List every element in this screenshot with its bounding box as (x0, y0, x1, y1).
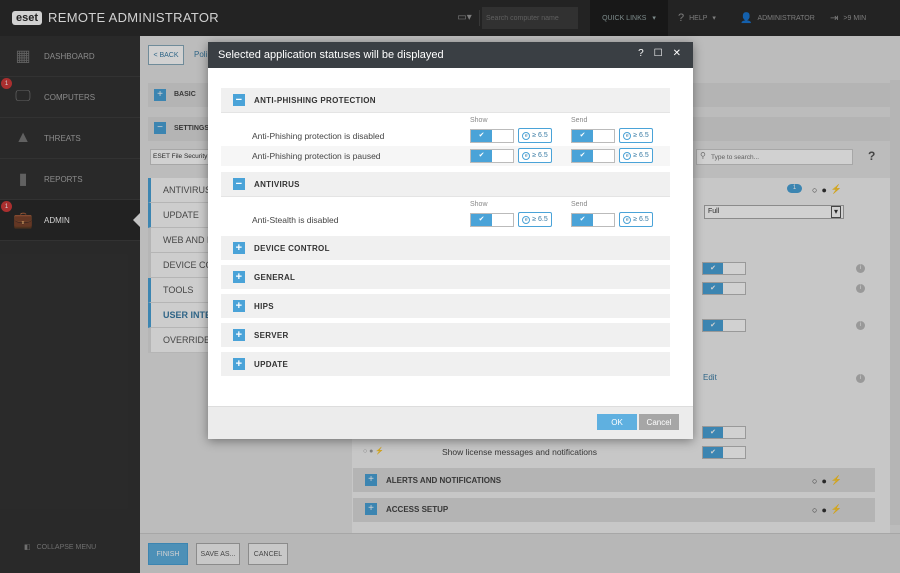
column-header: Show Send (221, 196, 670, 210)
expand-icon: + (233, 329, 245, 341)
section-title: DEVICE CONTROL (254, 243, 330, 253)
version-badge[interactable]: e ≥ 6.5 (619, 128, 653, 143)
eset-version-icon: e (623, 131, 632, 140)
status-row: Anti-Phishing protection is paused e≥ 6.… (221, 146, 670, 166)
eset-version-icon: e (522, 215, 531, 224)
version-label: ≥ 6.5 (532, 216, 548, 223)
version-badge[interactable]: e ≥ 6.5 (619, 212, 653, 227)
section-device-control[interactable]: + DEVICE CONTROL (221, 236, 670, 260)
show-toggle[interactable] (470, 129, 514, 143)
status-label: Anti-Stealth is disabled (252, 215, 339, 225)
eset-version-icon: e (623, 215, 632, 224)
version-label: ≥ 6.5 (532, 152, 548, 159)
send-toggle[interactable] (571, 213, 615, 227)
collapse-icon: − (233, 178, 245, 190)
eset-version-icon: e (522, 151, 531, 160)
dialog-title: Selected application statuses will be di… (218, 49, 444, 61)
section-server[interactable]: + SERVER (221, 323, 670, 347)
send-toggle[interactable] (571, 129, 615, 143)
send-header: Send (571, 201, 588, 208)
version-label: ≥ 6.5 (633, 216, 649, 223)
show-header: Show (470, 117, 488, 124)
send-header: Send (571, 117, 588, 124)
version-badge[interactable]: e ≥ 6.5 (619, 148, 653, 163)
send-toggle[interactable] (571, 149, 615, 163)
section-general[interactable]: + GENERAL (221, 265, 670, 289)
maximize-icon[interactable]: ☐ (654, 48, 663, 59)
show-toggle[interactable] (470, 149, 514, 163)
eset-version-icon: e (623, 151, 632, 160)
status-row: Anti-Phishing protection is disabled e≥ … (221, 126, 670, 146)
dialog-footer: OK Cancel (208, 406, 693, 439)
eset-version-icon: e (522, 131, 531, 140)
help-icon[interactable]: ? (638, 48, 644, 59)
dialog-header: Selected application statuses will be di… (208, 42, 693, 68)
status-label: Anti-Phishing protection is paused (252, 151, 381, 161)
ok-button[interactable]: OK (597, 414, 637, 430)
version-label: ≥ 6.5 (532, 132, 548, 139)
section-title: UPDATE (254, 359, 289, 369)
section-title: ANTI-PHISHING PROTECTION (254, 95, 376, 105)
dialog-body: − ANTI-PHISHING PROTECTION Show Send Ant… (221, 88, 670, 381)
expand-icon: + (233, 271, 245, 283)
cancel-button[interactable]: Cancel (639, 414, 679, 430)
close-icon[interactable]: ✕ (673, 48, 681, 59)
version-badge[interactable]: e ≥ 6.5 (518, 212, 552, 227)
version-badge[interactable]: e ≥ 6.5 (518, 128, 552, 143)
collapse-icon: − (233, 94, 245, 106)
section-title: HIPS (254, 301, 274, 311)
version-label: ≥ 6.5 (633, 152, 649, 159)
section-title: ANTIVIRUS (254, 179, 300, 189)
status-row: Anti-Stealth is disabled e≥ 6.5 e≥ 6.5 (221, 210, 670, 230)
section-hips[interactable]: + HIPS (221, 294, 670, 318)
section-antivirus[interactable]: − ANTIVIRUS (221, 172, 670, 196)
show-header: Show (470, 201, 488, 208)
version-badge[interactable]: e ≥ 6.5 (518, 148, 552, 163)
status-label: Anti-Phishing protection is disabled (252, 131, 385, 141)
expand-icon: + (233, 300, 245, 312)
column-header: Show Send (221, 112, 670, 126)
section-update[interactable]: + UPDATE (221, 352, 670, 376)
statuses-dialog: Selected application statuses will be di… (208, 42, 693, 439)
show-toggle[interactable] (470, 213, 514, 227)
expand-icon: + (233, 242, 245, 254)
section-title: SERVER (254, 330, 289, 340)
expand-icon: + (233, 358, 245, 370)
version-label: ≥ 6.5 (633, 132, 649, 139)
section-anti-phishing[interactable]: − ANTI-PHISHING PROTECTION (221, 88, 670, 112)
section-title: GENERAL (254, 272, 296, 282)
